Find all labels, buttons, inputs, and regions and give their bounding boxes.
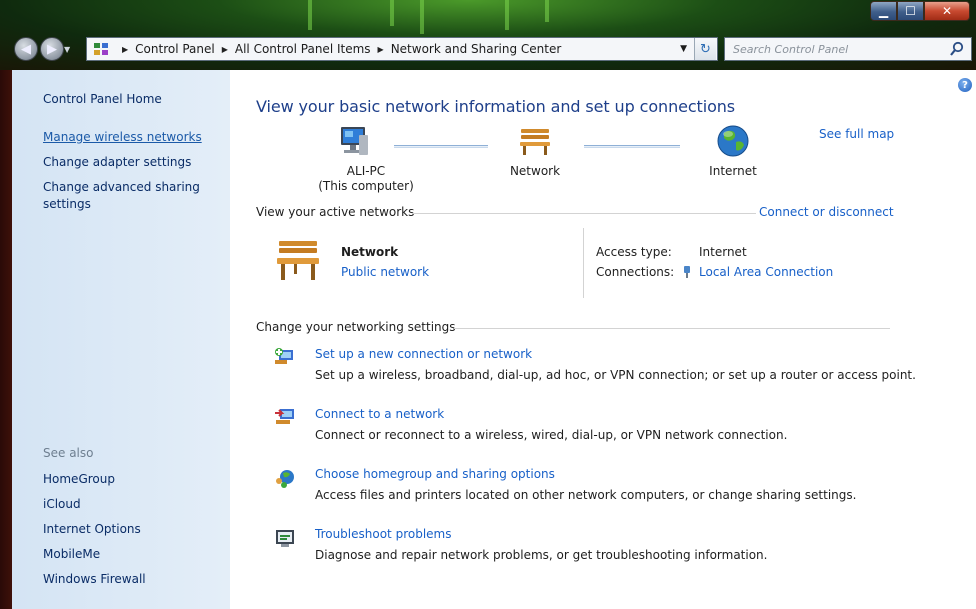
ethernet-icon	[684, 266, 690, 278]
map-internet-label: Internet	[709, 164, 757, 178]
computer-icon	[341, 127, 368, 155]
aero-streak	[545, 0, 549, 22]
see-also-label: See also	[43, 446, 94, 460]
breadcrumb-separator-icon[interactable]: ▶	[222, 45, 228, 54]
access-type-label: Access type:	[596, 245, 672, 259]
search-input[interactable]	[733, 42, 945, 56]
task-desc-homegroup: Access files and printers located on oth…	[315, 488, 857, 502]
networking-settings-heading: Change your networking settings	[256, 320, 456, 334]
control-panel-icon	[94, 43, 108, 55]
aero-streak	[390, 0, 394, 26]
section-divider	[412, 213, 756, 214]
see-also-internet-options[interactable]: Internet Options	[43, 521, 141, 538]
sidebar-link-control-panel-home[interactable]: Control Panel Home	[43, 91, 162, 108]
map-connector-line	[584, 145, 680, 148]
maximize-button[interactable]: ☐	[897, 1, 924, 21]
task-desc-troubleshoot: Diagnose and repair network problems, or…	[315, 548, 768, 562]
address-dropdown-icon[interactable]: ▼	[680, 44, 687, 54]
window-controls: ▁ ☐ ✕	[870, 1, 970, 21]
map-connector-line	[394, 145, 488, 148]
aero-streak	[505, 0, 509, 30]
task-link-connect-network[interactable]: Connect to a network	[315, 407, 444, 421]
task-desc-new-connection: Set up a wireless, broadband, dial-up, a…	[315, 368, 916, 382]
navigation-bar: ◀ ▶ ▼ ▶ Control Panel ▶ All Control Pane…	[0, 30, 976, 64]
aero-streak	[420, 0, 424, 34]
globe-icon	[717, 125, 749, 157]
task-link-troubleshoot[interactable]: Troubleshoot problems	[315, 527, 451, 541]
task-desc-connect-network: Connect or reconnect to a wireless, wire…	[315, 428, 788, 442]
see-full-map-link[interactable]: See full map	[819, 127, 894, 141]
see-also-mobileme[interactable]: MobileMe	[43, 546, 100, 563]
help-icon[interactable]: ?	[958, 78, 972, 92]
map-internet-node[interactable]	[703, 123, 763, 163]
address-bar[interactable]: ▶ Control Panel ▶ All Control Panel Item…	[86, 37, 718, 61]
task-link-homegroup[interactable]: Choose homegroup and sharing options	[315, 467, 555, 481]
troubleshoot-icon	[276, 530, 294, 547]
refresh-icon: ↻	[700, 41, 711, 57]
active-network-name: Network	[341, 245, 399, 259]
page-title: View your basic network information and …	[256, 97, 736, 116]
map-computer-label: ALI-PC (This computer)	[296, 164, 436, 194]
see-also-windows-firewall[interactable]: Windows Firewall	[43, 571, 146, 588]
forward-button[interactable]: ▶	[40, 37, 64, 61]
access-type-value: Internet	[699, 245, 747, 259]
close-button[interactable]: ✕	[924, 1, 970, 21]
map-network-label: Network	[509, 164, 561, 178]
network-type-link[interactable]: Public network	[341, 265, 429, 279]
refresh-button[interactable]: ↻	[694, 38, 716, 60]
new-connection-icon	[275, 348, 293, 364]
see-also-homegroup[interactable]: HomeGroup	[43, 471, 115, 488]
connect-or-disconnect-link[interactable]: Connect or disconnect	[759, 205, 894, 219]
back-arrow-icon: ◀	[21, 41, 31, 57]
minimize-button[interactable]: ▁	[870, 1, 897, 21]
breadcrumb-item[interactable]: All Control Panel Items	[235, 42, 371, 56]
main-content: ? View your basic network information an…	[230, 70, 976, 609]
see-also-icloud[interactable]: iCloud	[43, 496, 81, 513]
homegroup-icon	[276, 470, 294, 488]
sidebar: Control Panel Home Manage wireless netwo…	[12, 70, 230, 609]
section-divider	[454, 328, 890, 329]
recent-pages-dropdown-icon[interactable]: ▼	[64, 45, 70, 54]
local-area-connection-link[interactable]: Local Area Connection	[699, 265, 833, 279]
task-link-new-connection[interactable]: Set up a new connection or network	[315, 347, 532, 361]
breadcrumb-item[interactable]: Control Panel	[135, 42, 215, 56]
aero-streak	[308, 0, 312, 30]
active-networks-heading: View your active networks	[256, 205, 415, 219]
sidebar-link-manage-wireless[interactable]: Manage wireless networks	[43, 129, 202, 146]
sidebar-link-adapter-settings[interactable]: Change adapter settings	[43, 154, 191, 171]
breadcrumb-item[interactable]: Network and Sharing Center	[391, 42, 562, 56]
search-box	[724, 37, 972, 61]
computer-name: ALI-PC	[346, 164, 386, 178]
connect-network-icon	[275, 409, 294, 424]
sidebar-link-advanced-sharing[interactable]: Change advanced sharing settings	[43, 179, 218, 213]
map-network-node[interactable]	[505, 126, 565, 160]
connections-label: Connections:	[596, 265, 675, 279]
network-bench-icon[interactable]	[276, 238, 322, 286]
title-bar: ▁ ☐ ✕ ◀ ▶ ▼ ▶ Control Panel ▶ All Contro…	[0, 0, 976, 70]
breadcrumb-separator-icon[interactable]: ▶	[122, 45, 128, 54]
computer-subtitle: (This computer)	[318, 179, 414, 193]
back-button[interactable]: ◀	[14, 37, 38, 61]
network-bench-icon	[520, 129, 550, 155]
vertical-divider	[583, 228, 584, 298]
breadcrumb-separator-icon[interactable]: ▶	[378, 45, 384, 54]
forward-arrow-icon: ▶	[47, 41, 57, 57]
search-icon[interactable]	[949, 41, 965, 57]
map-computer-node[interactable]	[323, 125, 383, 163]
